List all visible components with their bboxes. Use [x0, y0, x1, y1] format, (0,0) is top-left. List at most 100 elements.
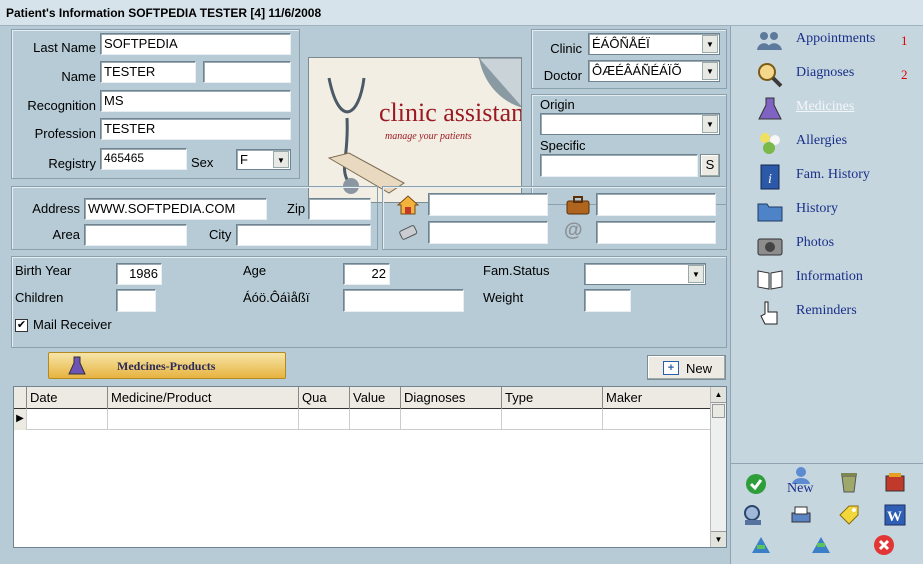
cell-date[interactable] [27, 409, 108, 430]
column-diagnoses[interactable]: Diagnoses [401, 387, 502, 409]
word-export-icon[interactable]: W [883, 503, 907, 527]
confirm-icon[interactable] [744, 472, 768, 496]
new-medicine-button[interactable]: + New [647, 355, 726, 380]
scroll-down-icon[interactable]: ▼ [711, 531, 726, 547]
print-icon[interactable] [789, 503, 813, 527]
chevron-down-icon[interactable]: ▼ [688, 265, 704, 283]
sidebar-item-diagnoses[interactable]: Diagnoses 2 [755, 60, 920, 90]
area-field[interactable] [84, 224, 187, 246]
appointments-count-badge: 1 [901, 33, 908, 48]
column-value[interactable]: Value [350, 387, 401, 409]
sidebar-item-information[interactable]: Information [755, 264, 920, 294]
work-phone-icon [566, 196, 590, 215]
age-field[interactable]: 22 [343, 263, 390, 285]
medicines-products-tab[interactable]: Medcines-Products [48, 352, 286, 379]
origin-select[interactable]: ▼ [540, 113, 720, 135]
open-book-icon [757, 270, 783, 290]
sex-label: Sex [191, 155, 214, 170]
scroll-thumb[interactable] [712, 404, 725, 418]
work-phone-field[interactable] [596, 193, 716, 216]
table-row[interactable]: ▶ [14, 409, 711, 430]
second-name-field[interactable] [203, 61, 291, 83]
name-field[interactable]: TESTER [100, 61, 196, 83]
sidebar-item-appointments[interactable]: Appointments 1 [755, 26, 920, 56]
sidebar-item-history[interactable]: History [755, 196, 920, 226]
fam-status-select[interactable]: ▼ [584, 263, 706, 285]
city-field[interactable] [236, 224, 371, 246]
info-book-icon: i [760, 164, 780, 190]
cell-quantity[interactable] [299, 409, 350, 430]
sidebar-item-label: Diagnoses [796, 65, 855, 80]
sidebar-item-photos[interactable]: Photos [755, 230, 920, 260]
new-record-button[interactable]: New [783, 466, 819, 498]
toolbox-icon[interactable] [883, 470, 907, 494]
sidebar-item-label: Fam. History [796, 167, 870, 182]
email-field[interactable] [596, 221, 716, 244]
tag-icon[interactable] [837, 503, 861, 527]
sidebar-item-reminders[interactable]: Reminders [755, 298, 920, 328]
home-phone-field[interactable] [428, 193, 548, 216]
cell-type[interactable] [502, 409, 603, 430]
age-label: Age [243, 263, 267, 278]
sidebar-item-label: Reminders [796, 303, 857, 318]
birth-year-field[interactable]: 1986 [116, 263, 162, 285]
new-record-icon: + [663, 361, 679, 375]
doctor-select[interactable]: ÔÆÉÂÁÑÉÁÏÕ ▼ [588, 60, 720, 82]
close-icon[interactable] [872, 533, 896, 557]
specific-search-button[interactable]: S [700, 154, 720, 177]
cell-value[interactable] [350, 409, 401, 430]
column-quantity[interactable]: Qua [299, 387, 350, 409]
column-maker[interactable]: Maker [603, 387, 711, 409]
area-label: Area [52, 227, 80, 242]
recognition-field[interactable]: MS [100, 90, 291, 112]
chevron-down-icon[interactable]: ▼ [702, 62, 718, 80]
cell-diagnoses[interactable] [401, 409, 502, 430]
email-icon: @ [564, 220, 583, 241]
column-date[interactable]: Date [27, 387, 108, 409]
fam-status-label: Fam.Status [483, 263, 550, 278]
medicines-table[interactable]: Date Medicine/Product Qua Value Diagnose… [13, 386, 727, 548]
cell-medicine[interactable] [108, 409, 299, 430]
zip-field[interactable] [308, 198, 371, 220]
table-scrollbar[interactable]: ▲ ▼ [710, 387, 726, 547]
sidebar-item-label: Medicines [796, 99, 855, 114]
address-field[interactable]: WWW.SOFTPEDIA.COM [84, 198, 267, 220]
new-button-label: New [686, 361, 713, 376]
children-field[interactable] [116, 289, 156, 312]
children-label: Children [15, 290, 64, 305]
specific-label: Specific [540, 138, 586, 153]
registry-field[interactable]: 465465 [100, 148, 187, 170]
weight-field[interactable] [584, 289, 631, 312]
patient-form: Last Name SOFTPEDIA Name TESTER Recognit… [0, 26, 730, 564]
import-icon[interactable] [749, 533, 773, 557]
sidebar-item-allergies[interactable]: Allergies [755, 128, 920, 158]
zip-label: Zip [287, 201, 306, 216]
window-title: Patient's Information SOFTPEDIA TESTER [… [0, 0, 923, 26]
chevron-down-icon[interactable]: ▼ [702, 35, 718, 53]
last-name-field[interactable]: SOFTPEDIA [100, 33, 291, 55]
clinic-select[interactable]: ÉÁÔÑÅÉÏ ▼ [588, 33, 720, 55]
profession-field[interactable]: TESTER [100, 118, 291, 140]
mail-receiver-checkbox[interactable]: ✔ [15, 319, 28, 332]
specific-field[interactable] [540, 154, 698, 177]
sidebar-item-medicines[interactable]: Medicines [755, 94, 920, 124]
chevron-down-icon[interactable]: ▼ [702, 115, 718, 133]
sidebar-item-fam-history[interactable]: i Fam. History [755, 162, 920, 192]
origin-label: Origin [540, 97, 575, 112]
column-medicine[interactable]: Medicine/Product [108, 387, 299, 409]
weight-label: Weight [483, 290, 524, 305]
svg-text:W: W [887, 509, 902, 525]
hand-pointer-icon [760, 301, 778, 325]
print-preview-icon[interactable] [741, 503, 765, 527]
cell-maker[interactable] [603, 409, 711, 430]
sidebar-item-label: Allergies [796, 133, 848, 148]
chevron-down-icon[interactable]: ▼ [273, 151, 289, 168]
column-type[interactable]: Type [502, 387, 603, 409]
sex-select[interactable]: F ▼ [236, 149, 291, 170]
export-icon[interactable] [809, 533, 833, 557]
trash-icon[interactable] [837, 470, 861, 494]
clinic-value: ÉÁÔÑÅÉÏ [592, 36, 650, 51]
mobile-field[interactable] [428, 221, 548, 244]
scroll-up-icon[interactable]: ▲ [711, 387, 726, 403]
extra-field[interactable] [343, 289, 464, 312]
